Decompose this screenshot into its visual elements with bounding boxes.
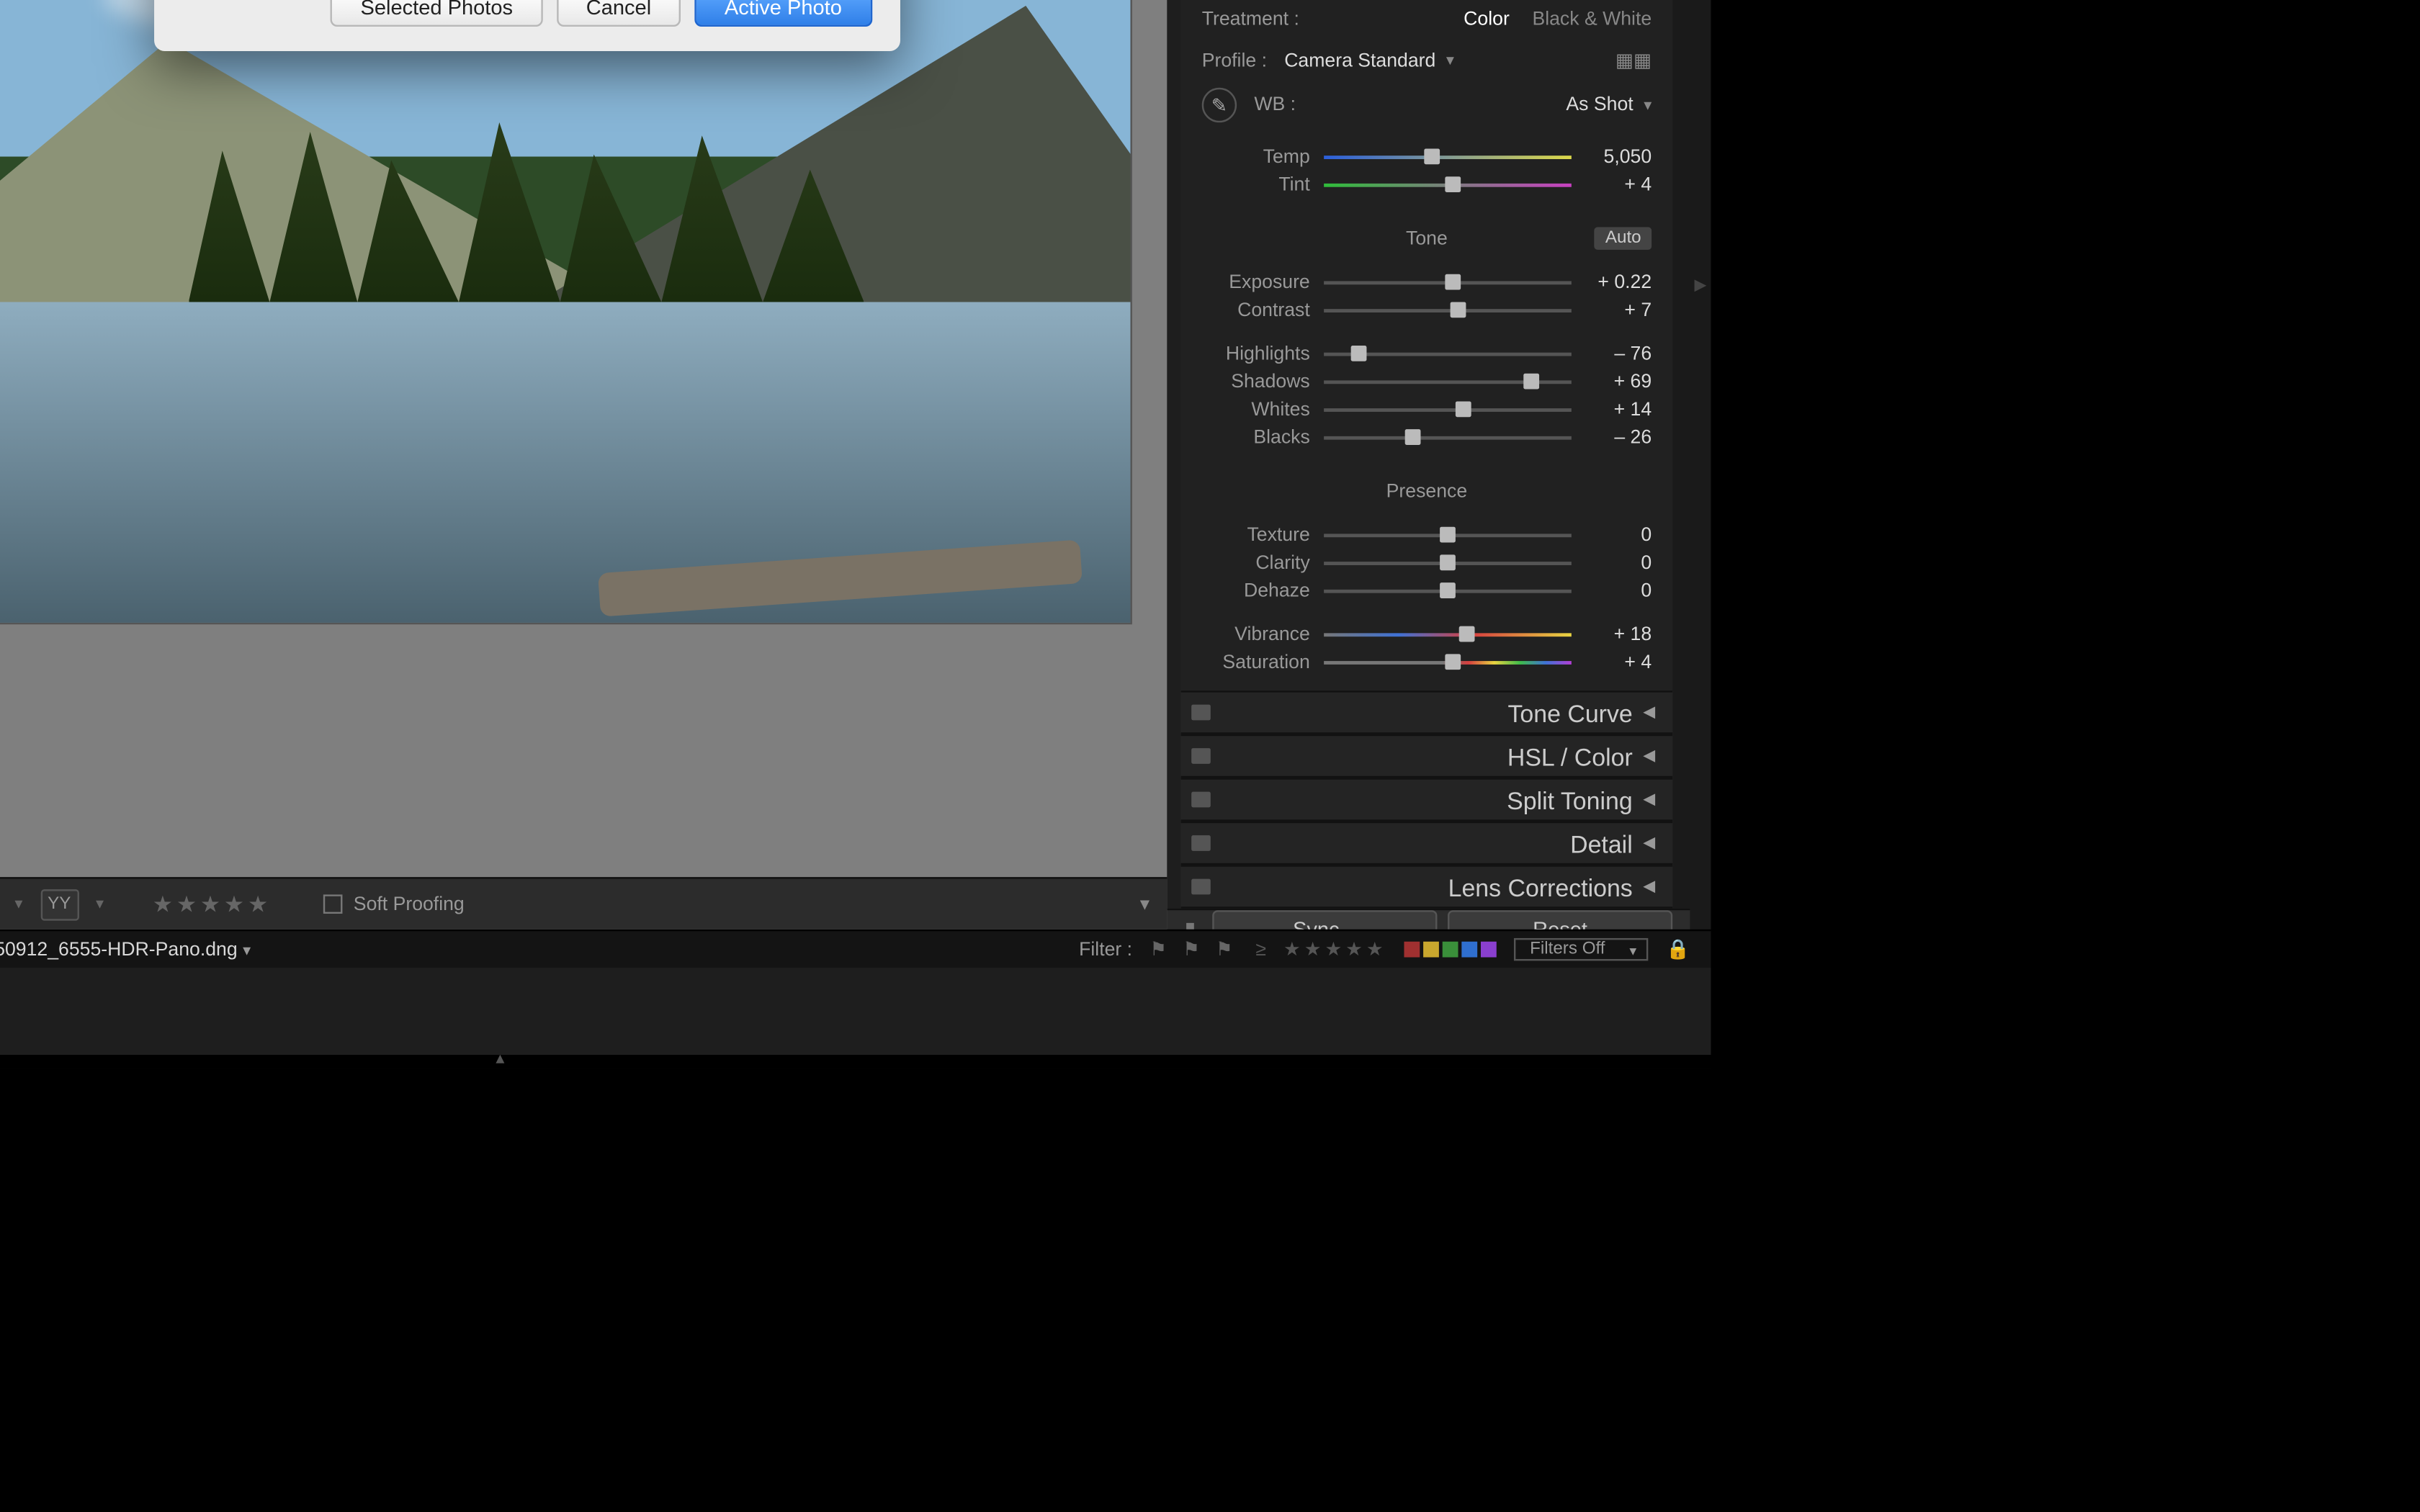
clarity-slider-row: Clarity 0	[1202, 553, 1652, 574]
treatment-color[interactable]: Color	[1464, 9, 1510, 30]
exposure-slider[interactable]	[1324, 276, 1572, 289]
main-photo[interactable]	[0, 0, 1131, 624]
exposure-slider-row: Exposure + 0.22	[1202, 272, 1652, 293]
color-swatch[interactable]	[1404, 942, 1420, 958]
before-after-tb-button[interactable]: YY	[40, 888, 79, 920]
color-swatch[interactable]	[1481, 942, 1497, 958]
chevron-updown-icon: ▾	[1446, 51, 1454, 71]
panel-switch-icon[interactable]	[1191, 879, 1211, 895]
blacks-slider[interactable]	[1324, 431, 1572, 445]
tint-slider[interactable]	[1324, 179, 1572, 192]
color-swatch[interactable]	[1423, 942, 1439, 958]
rating-stars[interactable]: ★★★★★	[153, 890, 272, 918]
contrast-value: + 7	[1585, 300, 1652, 321]
temp-slider-row: Temp 5,050	[1202, 147, 1652, 168]
selection-count: 5 photos / 5 selected / 20150912_6555-HD…	[0, 939, 251, 960]
shadows-slider[interactable]	[1324, 375, 1572, 389]
cursor-icon: ↖	[495, 0, 512, 6]
blacks-value: – 26	[1585, 428, 1652, 449]
dehaze-slider-row: Dehaze 0	[1202, 581, 1652, 602]
tint-value: + 4	[1585, 175, 1652, 196]
highlights-value: – 76	[1585, 344, 1652, 365]
filter-lock-icon[interactable]: 🔒	[1666, 938, 1690, 960]
panel-header-lens-corrections[interactable]: Lens Corrections ◀	[1181, 865, 1673, 909]
profile-browser-icon[interactable]: ▦▦	[1615, 50, 1652, 72]
panel-switch-icon[interactable]	[1191, 792, 1211, 808]
panel-switches-strip	[1167, 0, 1180, 909]
panel-switch-icon[interactable]	[1191, 835, 1211, 851]
temp-value: 5,050	[1585, 147, 1652, 168]
panel-header-detail[interactable]: Detail ◀	[1181, 822, 1673, 865]
contrast-slider[interactable]	[1324, 304, 1572, 318]
filter-color-labels[interactable]	[1404, 942, 1497, 958]
whites-value: + 14	[1585, 400, 1652, 420]
disclosure-left-icon: ◀	[1643, 790, 1655, 809]
profile-row[interactable]: Profile : Camera Standard ▾ ▦▦	[1181, 40, 1673, 81]
contrast-slider-row: Contrast + 7	[1202, 300, 1652, 321]
temp-slider[interactable]	[1324, 150, 1572, 164]
panel-handle-bottom-icon[interactable]: ▴	[0, 1055, 1711, 1068]
clear-history-dialog: Lr Clear History Clear history from the …	[153, 0, 900, 51]
panel-header-hsl-color[interactable]: HSL / Color ◀	[1181, 734, 1673, 778]
whites-slider-row: Whites + 14	[1202, 400, 1652, 420]
panel-header-tone-curve[interactable]: Tone Curve ◀	[1181, 690, 1673, 734]
texture-slider[interactable]	[1324, 528, 1572, 542]
app-window: ▾ Lr Syncing 2,392 photos Rob Sylvan Lib…	[0, 0, 1711, 1068]
filmstrip[interactable]	[0, 968, 1711, 1055]
disclosure-left-icon: ◀	[1643, 747, 1655, 766]
disclosure-left-icon: ◀	[1643, 703, 1655, 722]
right-scrollbar[interactable]	[1672, 0, 1690, 909]
highlights-slider-row: Highlights – 76	[1202, 344, 1652, 365]
highlights-slider[interactable]	[1324, 347, 1572, 361]
clarity-slider[interactable]	[1324, 557, 1572, 570]
panel-header-split-toning[interactable]: Split Toning ◀	[1181, 778, 1673, 822]
treatment-row: Treatment : Color Black & White	[1181, 0, 1673, 40]
auto-tone-button[interactable]: Auto	[1595, 227, 1652, 249]
color-swatch[interactable]	[1443, 942, 1458, 958]
texture-value: 0	[1585, 525, 1652, 546]
center-toolbar: ▭ BA ▾ YY ▾ ★★★★★ Soft Proofing ▾	[0, 877, 1167, 930]
eyedropper-icon[interactable]: ✎	[1202, 88, 1237, 122]
toolbar-menu-icon[interactable]: ▾	[1140, 893, 1150, 915]
vibrance-slider-row: Vibrance + 18	[1202, 624, 1652, 645]
cancel-button[interactable]: Cancel	[557, 0, 681, 27]
disclosure-left-icon: ◀	[1643, 877, 1655, 896]
treatment-bw[interactable]: Black & White	[1532, 9, 1652, 30]
chevron-updown-icon: ▾	[1644, 96, 1652, 115]
dehaze-slider[interactable]	[1324, 585, 1572, 598]
exposure-value: + 0.22	[1585, 272, 1652, 293]
clarity-value: 0	[1585, 553, 1652, 574]
soft-proofing-toggle[interactable]: Soft Proofing	[324, 894, 465, 914]
whites-slider[interactable]	[1324, 403, 1572, 417]
disclosure-left-icon: ◀	[1643, 834, 1655, 853]
panel-switch-icon[interactable]	[1191, 705, 1211, 721]
right-panel-group: Histogram ▼ ISO 100	[1167, 0, 1690, 930]
vibrance-slider[interactable]	[1324, 628, 1572, 642]
filter-rating[interactable]: ★★★★★	[1283, 938, 1387, 960]
vibrance-value: + 18	[1585, 624, 1652, 645]
saturation-value: + 4	[1585, 652, 1652, 673]
dehaze-value: 0	[1585, 581, 1652, 602]
tint-slider-row: Tint + 4	[1202, 175, 1652, 196]
right-panel-toggle[interactable]: ▶	[1690, 0, 1711, 930]
filter-flags[interactable]: ⚑ ⚑ ⚑	[1150, 938, 1238, 960]
shadows-value: + 69	[1585, 372, 1652, 392]
wb-preset[interactable]: As Shot	[1566, 94, 1633, 115]
blacks-slider-row: Blacks – 26	[1202, 428, 1652, 449]
center-area: ▭ BA ▾ YY ▾ ★★★★★ Soft Proofing ▾ Lr Cle…	[0, 0, 1167, 930]
saturation-slider-row: Saturation + 4	[1202, 652, 1652, 673]
color-swatch[interactable]	[1462, 942, 1478, 958]
filter-preset-dropdown[interactable]: Filters Off▾	[1514, 938, 1649, 960]
secondary-info-bar: 1 2 ▦ ▭ ◀ ▶ Quick Collection | 5 photos …	[0, 930, 1711, 968]
saturation-slider[interactable]	[1324, 656, 1572, 670]
texture-slider-row: Texture 0	[1202, 525, 1652, 546]
active-photo-button[interactable]: Active Photo	[695, 0, 871, 27]
panel-switch-icon[interactable]	[1191, 748, 1211, 764]
shadows-slider-row: Shadows + 69	[1202, 372, 1652, 392]
